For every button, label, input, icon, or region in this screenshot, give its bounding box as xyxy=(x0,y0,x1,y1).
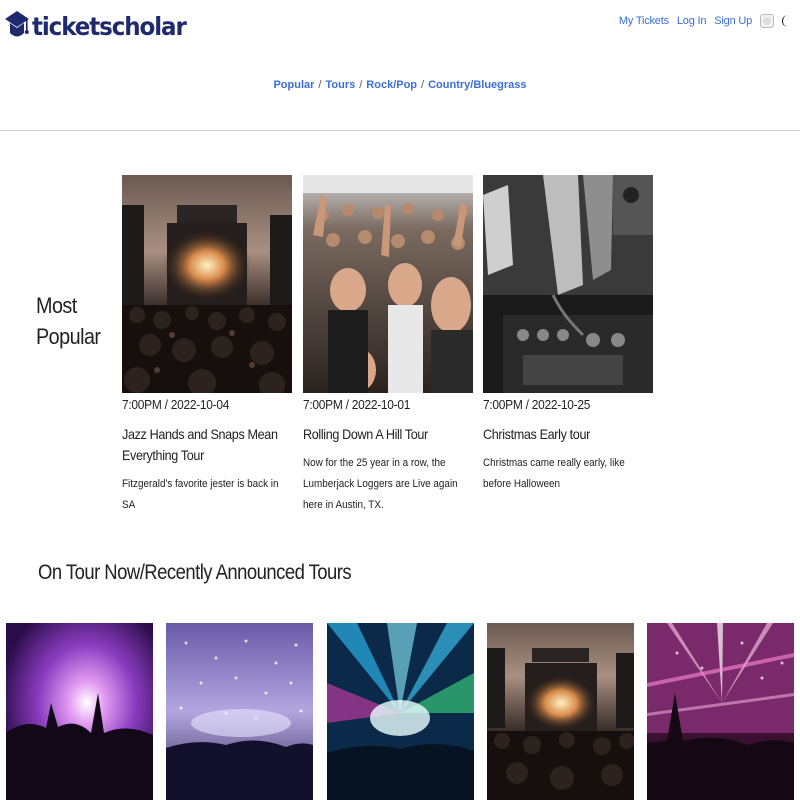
event-datetime: 7:00PM / 2022-10-01 xyxy=(303,397,411,412)
event-datetime: 7:00PM / 2022-10-25 xyxy=(483,397,591,412)
event-title[interactable]: Jazz Hands and Snaps Mean Everything Tou… xyxy=(122,424,289,466)
event-datetime: 7:00PM / 2022-10-04 xyxy=(122,397,230,412)
event-description: Christmas came really early, like before… xyxy=(483,457,625,490)
header-divider xyxy=(0,130,800,131)
stage-sunset-image[interactable] xyxy=(487,623,634,800)
top-nav: My Tickets Log In Sign Up xyxy=(619,14,792,28)
event-card[interactable]: 7:00PM / 2022-10-04 Jazz Hands and Snaps… xyxy=(122,175,292,516)
dj-mixer-image[interactable] xyxy=(483,175,653,393)
site-logo[interactable]: ticketscholar xyxy=(4,6,199,46)
sign-up-link[interactable]: Sign Up xyxy=(714,15,752,27)
crowd-cheering-image[interactable] xyxy=(303,175,473,393)
moon-icon[interactable] xyxy=(780,14,792,28)
rainbow-lights-concert-image[interactable] xyxy=(327,623,474,800)
category-tours[interactable]: Tours xyxy=(325,79,355,91)
graduation-cap-icon xyxy=(5,11,29,37)
tours-section-title: On Tour Now/Recently Announced Tours xyxy=(38,561,352,584)
category-country-bluegrass[interactable]: Country/Bluegrass xyxy=(428,79,526,91)
event-description: Now for the 25 year in a row, the Lumber… xyxy=(303,457,458,511)
my-tickets-link[interactable]: My Tickets xyxy=(619,15,669,27)
purple-concert-image[interactable] xyxy=(6,623,153,800)
separator: / xyxy=(421,79,425,91)
concert-stage-image[interactable] xyxy=(122,175,292,393)
logo-text: ticketscholar xyxy=(32,11,187,41)
event-title[interactable]: Christmas Early tour xyxy=(483,424,650,445)
category-nav: Popular / Tours / Rock/Pop / Country/Bluegrass xyxy=(0,79,800,91)
log-in-link[interactable]: Log In xyxy=(677,15,707,27)
separator: / xyxy=(359,79,363,91)
event-card[interactable]: 7:00PM / 2022-10-01 Rolling Down A Hill … xyxy=(303,175,473,516)
most-popular-title: Most Popular xyxy=(36,293,101,349)
separator: / xyxy=(318,79,322,91)
category-rock-pop[interactable]: Rock/Pop xyxy=(366,79,417,91)
event-card[interactable]: 7:00PM / 2022-10-25 Christmas Early tour… xyxy=(483,175,653,495)
category-popular[interactable]: Popular xyxy=(273,79,314,91)
confetti-concert-image[interactable] xyxy=(166,623,313,800)
pink-lasers-concert-image[interactable] xyxy=(647,623,794,800)
event-title[interactable]: Rolling Down A Hill Tour xyxy=(303,424,470,445)
toggle-icon[interactable] xyxy=(760,14,774,28)
event-description: Fitzgerald's favorite jester is back in … xyxy=(122,478,279,511)
